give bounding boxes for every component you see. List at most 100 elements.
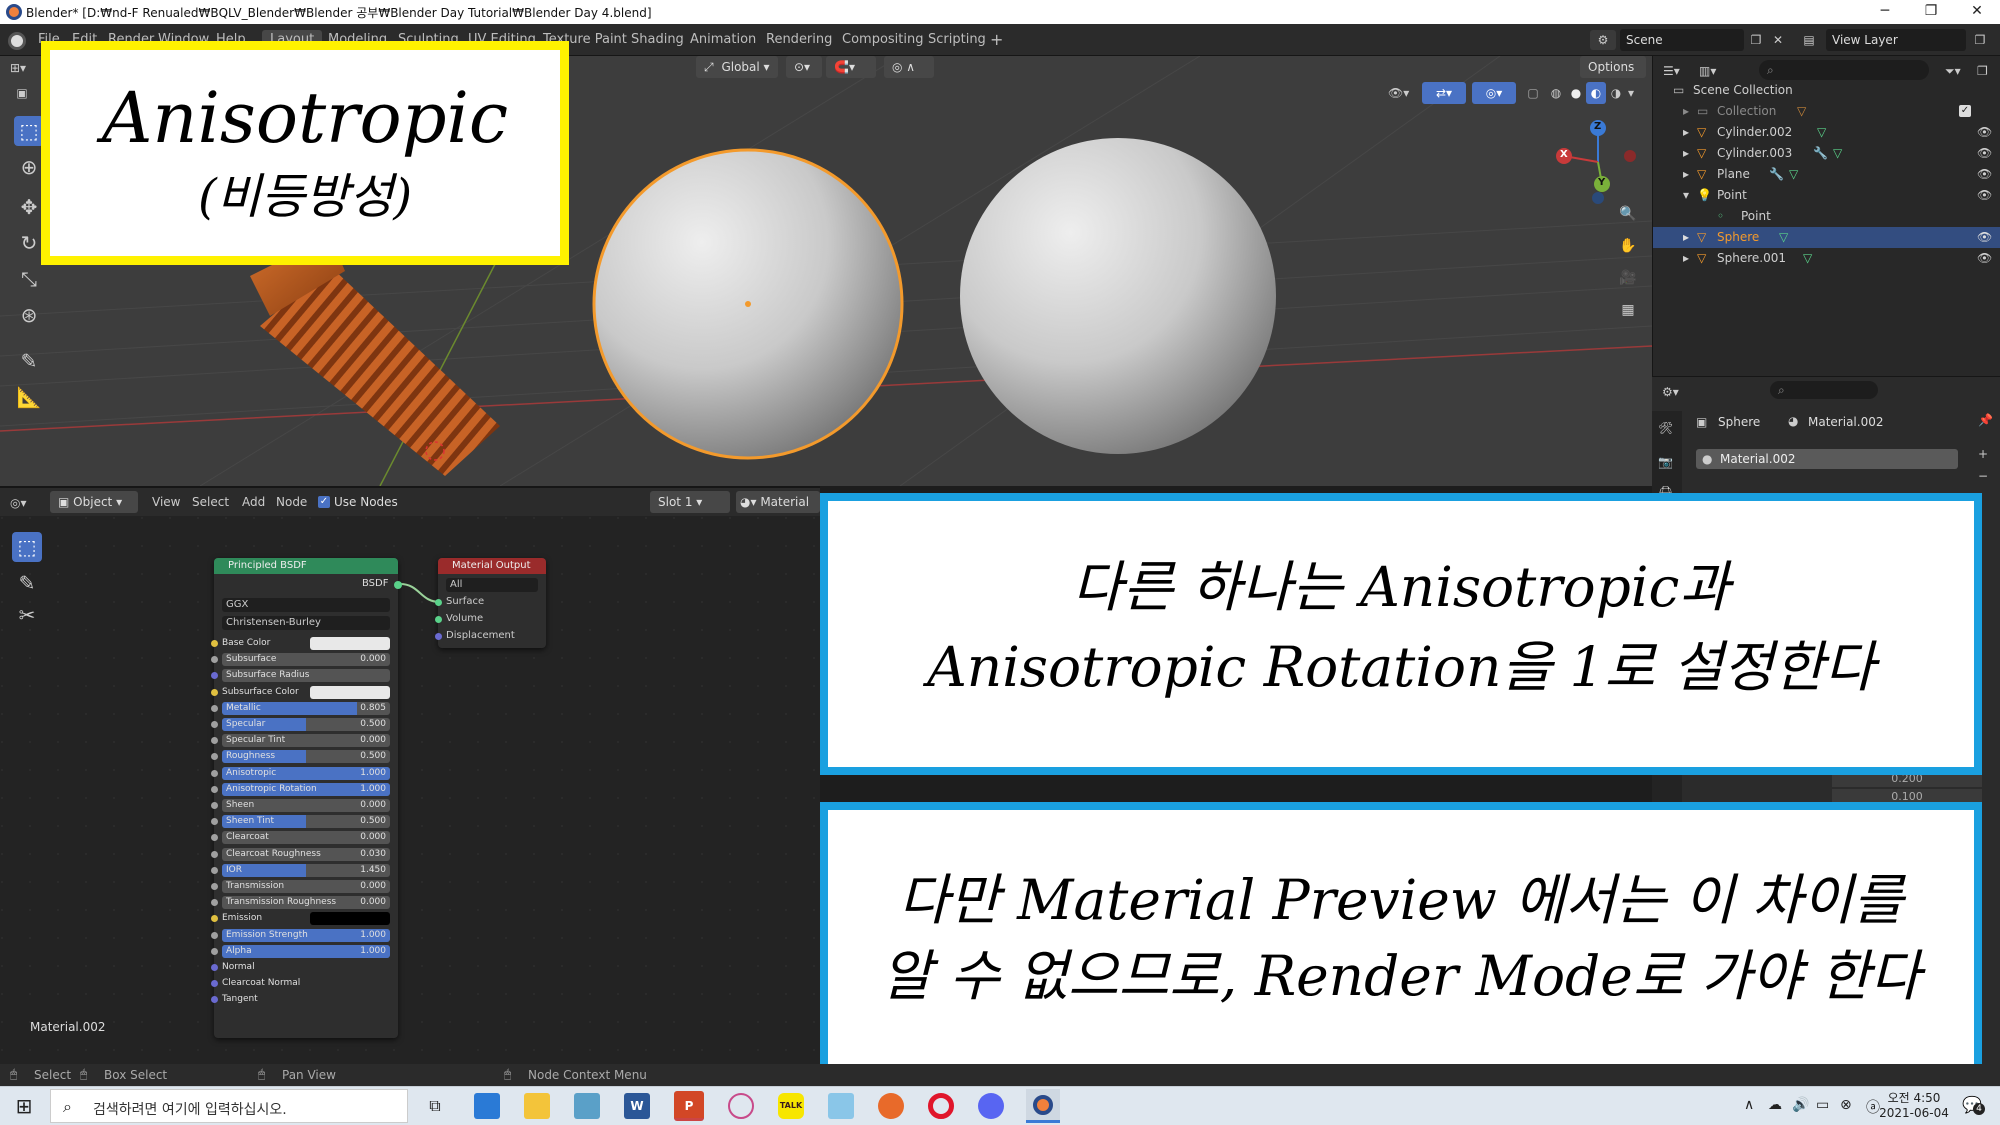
node-menu-view[interactable]: View	[152, 495, 180, 509]
blender-menu-icon[interactable]	[8, 32, 26, 50]
expand-arrow-icon[interactable]: ▸	[1683, 248, 1689, 269]
input-socket[interactable]	[211, 672, 218, 680]
shading-solid-button[interactable]: ●	[1566, 82, 1586, 104]
node-cut-links-tool-icon[interactable]: ✂	[12, 600, 42, 630]
input-socket[interactable]	[211, 850, 218, 858]
xray-toggle[interactable]: ▢	[1522, 82, 1544, 104]
input-socket[interactable]	[211, 818, 218, 826]
perspective-toggle-icon[interactable]: ▦	[1616, 298, 1640, 322]
surface-socket[interactable]	[435, 599, 442, 606]
outliner-funnel-icon[interactable]: ⏷▾	[1945, 60, 1975, 82]
bsdf-input-row[interactable]: IOR 1.450	[211, 863, 398, 878]
bsdf-input-row[interactable]: Anisotropic Rotation 1.000	[211, 782, 398, 797]
scene-type-icon[interactable]: ⚙	[1590, 30, 1616, 50]
node-menu-add[interactable]: Add	[242, 495, 265, 509]
node-menu-select[interactable]: Select	[192, 495, 229, 509]
bsdf-input-row[interactable]: Tangent	[211, 992, 398, 1007]
minimize-button[interactable]: ─	[1862, 0, 1908, 24]
input-socket[interactable]	[211, 866, 218, 874]
bsdf-input-row[interactable]: Clearcoat Roughness 0.030	[211, 847, 398, 862]
navigation-gizmo[interactable]: Z X Y	[1552, 116, 1642, 206]
object-type-dropdown[interactable]: ▣ Object ▾	[50, 491, 138, 513]
properties-editor-type-icon[interactable]: ⚙▾	[1662, 381, 1692, 403]
expand-arrow-icon[interactable]: ▸	[1683, 143, 1689, 164]
shading-options-dropdown[interactable]: ▾	[1628, 82, 1644, 104]
input-socket[interactable]	[211, 899, 218, 907]
input-socket[interactable]	[211, 802, 218, 809]
shading-rendered-button[interactable]: ◑	[1606, 82, 1626, 104]
outliner-search-input[interactable]: ⌕	[1759, 60, 1929, 80]
node-editor-canvas[interactable]: ⬚ ✎ ✂ Principled BSDF BSDF GGX Christens…	[0, 516, 820, 1064]
app-word-icon[interactable]: W	[624, 1093, 650, 1119]
add-slot-button[interactable]: +	[1974, 447, 1992, 465]
outliner-row-sphere-001[interactable]: ▸ ▽ Sphere.001 ▽ 👁	[1653, 248, 2000, 269]
bsdf-input-row[interactable]: Sheen 0.000	[211, 798, 398, 813]
bsdf-input-row[interactable]: Clearcoat Normal	[211, 976, 398, 991]
visibility-eye-icon[interactable]: 👁	[1977, 248, 1992, 269]
rotate-tool-icon[interactable]: ↻	[14, 228, 44, 258]
clock-time[interactable]: 오전 4:50	[1874, 1089, 1954, 1106]
material-dropdown[interactable]: ◕▾ Material	[736, 491, 820, 513]
input-socket[interactable]	[211, 753, 218, 761]
outliner-row-point[interactable]: ▾ 💡 Point 👁	[1653, 185, 2000, 206]
displacement-socket[interactable]	[435, 633, 442, 640]
output-target-dropdown[interactable]: All	[446, 578, 538, 592]
camera-view-icon[interactable]: 🎥	[1616, 266, 1640, 290]
bsdf-input-row[interactable]: Emission	[211, 911, 398, 926]
material-output-node[interactable]: Material Output All Surface Volume Displ…	[435, 558, 546, 648]
visibility-eye-icon[interactable]: 👁	[1977, 185, 1992, 206]
snap-toggle[interactable]: 🧲▾	[826, 56, 876, 78]
color-swatch[interactable]	[310, 637, 390, 650]
scene-field[interactable]: Scene	[1620, 29, 1744, 51]
outliner-row-plane[interactable]: ▸ ▽ Plane 🔧 ▽ 👁	[1653, 164, 2000, 185]
input-socket[interactable]	[211, 688, 218, 696]
taskbar-search-box[interactable]: ⌕ 검색하려면 여기에 입력하십시오.	[50, 1089, 408, 1123]
bsdf-input-row[interactable]: Normal	[211, 960, 398, 975]
input-socket[interactable]	[211, 834, 218, 842]
visibility-eye-icon[interactable]: 👁	[1977, 227, 1992, 248]
input-socket[interactable]	[211, 980, 218, 988]
input-socket[interactable]	[211, 769, 218, 777]
visibility-eye-icon[interactable]: 👁	[1977, 164, 1992, 185]
tab-compositing[interactable]: Compositing	[834, 30, 932, 50]
app-file-explorer-icon[interactable]	[524, 1093, 550, 1119]
select-tool-icon[interactable]: ⬚	[14, 116, 44, 146]
distribution-dropdown[interactable]: GGX	[222, 598, 390, 612]
render-properties-icon[interactable]: 📷	[1658, 455, 1673, 469]
node-select-tool-icon[interactable]: ⬚	[12, 532, 42, 562]
bsdf-input-row[interactable]: Roughness 0.500	[211, 749, 398, 764]
shading-wireframe-button[interactable]: ◍	[1546, 82, 1566, 104]
principled-bsdf-node[interactable]: Principled BSDF BSDF GGX Christensen-Bur…	[211, 558, 402, 1038]
input-socket[interactable]	[211, 785, 218, 793]
bsdf-input-row[interactable]: Sheen Tint 0.500	[211, 814, 398, 829]
bsdf-input-row[interactable]: Transmission 0.000	[211, 879, 398, 894]
transform-tool-icon[interactable]: ⊛	[14, 300, 44, 330]
app-notes-icon[interactable]	[574, 1093, 600, 1119]
outliner-display-mode-icon[interactable]: ☰▾	[1663, 60, 1693, 82]
scale-tool-icon[interactable]: ⤡	[14, 264, 44, 294]
bsdf-input-row[interactable]: Transmission Roughness 0.000	[211, 895, 398, 910]
remove-slot-button[interactable]: −	[1974, 469, 1992, 487]
new-view-layer-icon[interactable]: ❐	[1970, 30, 1990, 50]
color-swatch[interactable]	[310, 685, 390, 699]
volume-socket[interactable]	[435, 616, 442, 623]
zoom-icon[interactable]: 🔍	[1616, 202, 1640, 226]
view-layer-field[interactable]: View Layer	[1826, 29, 1966, 51]
pivot-point-dropdown[interactable]: ⊙▾	[786, 56, 822, 78]
node-editor-type-icon[interactable]: ◎▾	[10, 492, 40, 514]
input-socket[interactable]	[211, 883, 218, 890]
visibility-eye-icon[interactable]: 👁	[1977, 122, 1992, 143]
proportional-edit-toggle[interactable]: ◎ ∧	[884, 56, 934, 78]
bsdf-input-row[interactable]: Subsurface Radius	[211, 668, 398, 683]
app-discord-icon[interactable]	[978, 1093, 1004, 1119]
input-socket[interactable]	[211, 915, 218, 923]
annotate-tool-icon[interactable]: ✎	[14, 346, 44, 376]
node-menu-node[interactable]: Node	[276, 495, 307, 509]
tab-animation[interactable]: Animation	[682, 30, 764, 50]
input-socket[interactable]	[211, 656, 218, 664]
bsdf-input-row[interactable]: Emission Strength 1.000	[211, 928, 398, 943]
app-firefox-icon[interactable]	[878, 1093, 904, 1119]
outliner-filter-icon[interactable]: ▥▾	[1699, 60, 1729, 82]
input-socket[interactable]	[211, 640, 218, 647]
outliner-row-sphere[interactable]: ▸ ▽ Sphere ▽ 👁	[1653, 227, 2000, 248]
